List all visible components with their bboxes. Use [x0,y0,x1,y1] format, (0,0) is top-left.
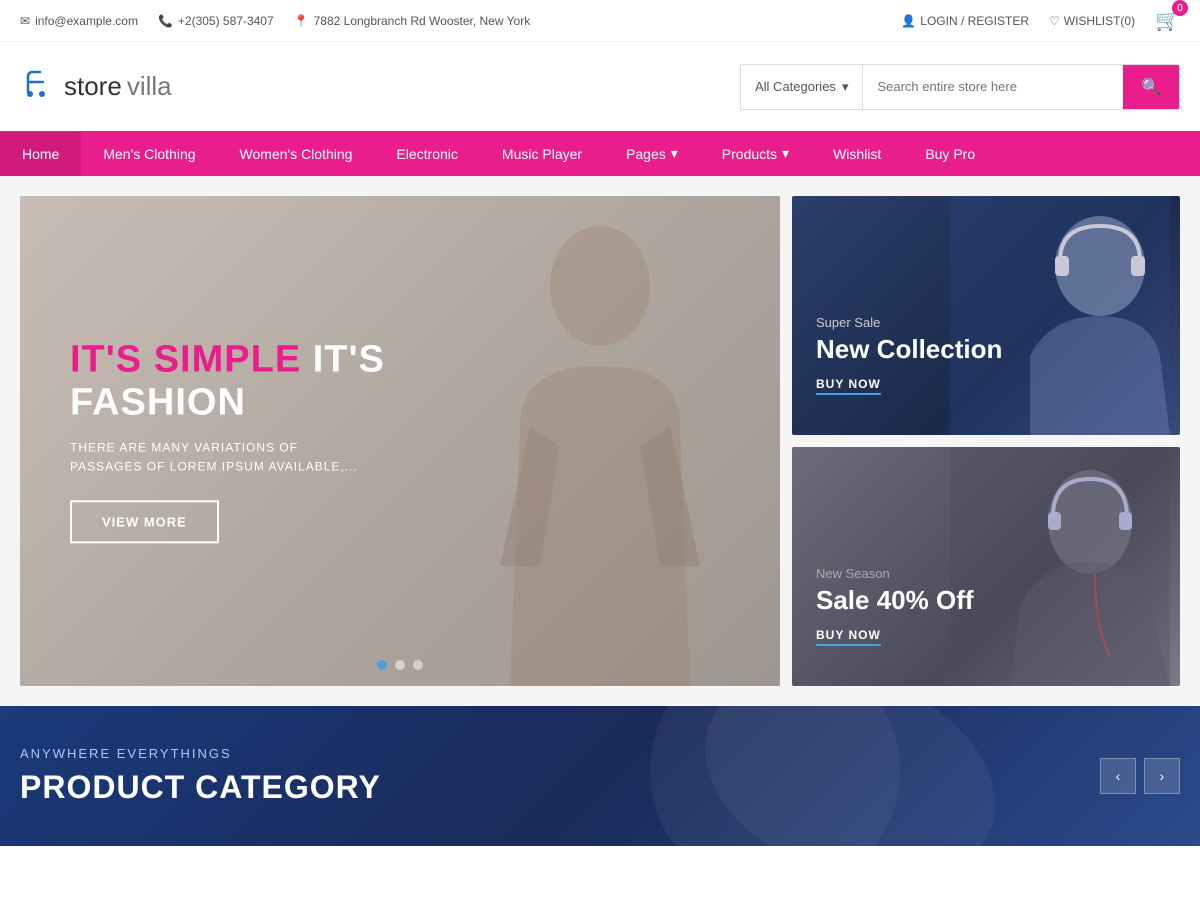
nav-item-mens-clothing[interactable]: Men's Clothing [81,132,217,176]
hero-text-content: IT'S SIMPLE IT'S FASHION THERE ARE MANY … [70,338,385,543]
slider-dots [377,660,423,670]
banner2-title: Sale 40% Off [816,585,974,616]
banner2-person-svg [950,447,1170,686]
search-input[interactable] [863,65,1123,109]
hero-slider: IT'S SIMPLE IT'S FASHION THERE ARE MANY … [20,196,780,686]
chevron-down-icon: ▾ [842,79,849,95]
nav-item-womens-clothing[interactable]: Women's Clothing [218,132,375,176]
search-category-dropdown[interactable]: All Categories ▾ [741,65,863,109]
product-category-section: ANYWHERE EVERYTHINGS PRODUCT CATEGORY ‹ … [0,706,1200,846]
banner2-content: New Season Sale 40% Off BUY NOW [816,566,974,646]
logo-store-text: store [64,71,122,102]
nav-item-electronic[interactable]: Electronic [374,132,479,176]
banner-sale[interactable]: New Season Sale 40% Off BUY NOW [792,447,1180,686]
phone-icon: 📞 [158,14,173,28]
slider-dot-2[interactable] [395,660,405,670]
hero-title-white: FASHION [70,381,385,424]
nav-item-pages[interactable]: Pages ▾ [604,131,700,176]
product-category-title: PRODUCT CATEGORY [20,769,381,806]
header: store villa All Categories ▾ 🔍 [0,42,1200,131]
banner1-content: Super Sale New Collection BUY NOW [816,315,1002,395]
product-category-prev-button[interactable]: ‹ [1100,758,1136,794]
main-nav: Home Men's Clothing Women's Clothing Ele… [0,131,1200,176]
logo-villa-text: villa [127,71,172,102]
hero-subtitle: THERE ARE MANY VARIATIONS OF PASSAGES OF… [70,438,370,476]
product-category-subtitle: ANYWHERE EVERYTHINGS [20,746,381,761]
slider-dot-3[interactable] [413,660,423,670]
side-banners: Super Sale New Collection BUY NOW New Se… [792,196,1180,686]
nav-item-products[interactable]: Products ▾ [700,131,811,176]
product-category-next-button[interactable]: › [1144,758,1180,794]
nav-item-wishlist[interactable]: Wishlist [811,132,903,176]
top-bar-contact: ✉ info@example.com 📞 +2(305) 587-3407 📍 … [20,14,530,28]
heart-icon: ♡ [1049,14,1060,28]
product-category-text: ANYWHERE EVERYTHINGS PRODUCT CATEGORY [20,746,381,806]
nav-item-music-player[interactable]: Music Player [480,132,604,176]
product-category-nav: ‹ › [1100,758,1180,794]
hero-cta-button[interactable]: VIEW MORE [70,501,219,544]
banner1-title: New Collection [816,334,1002,365]
logo-icon [20,62,60,111]
chevron-down-icon: ▾ [671,145,678,162]
phone-info: 📞 +2(305) 587-3407 [158,14,274,28]
user-icon: 👤 [901,14,916,28]
logo-svg [20,62,60,102]
hero-background: IT'S SIMPLE IT'S FASHION THERE ARE MANY … [20,196,780,686]
chevron-down-icon: ▾ [782,145,789,162]
banner-new-collection[interactable]: Super Sale New Collection BUY NOW [792,196,1180,435]
slider-dot-1[interactable] [377,660,387,670]
top-bar-actions: 👤 LOGIN / REGISTER ♡ WISHLIST(0) 🛒 0 [901,8,1180,33]
wishlist-link[interactable]: ♡ WISHLIST(0) [1049,14,1135,28]
email-info: ✉ info@example.com [20,14,138,28]
banner2-buy-now[interactable]: BUY NOW [816,628,881,646]
search-icon: 🔍 [1141,79,1161,96]
top-bar: ✉ info@example.com 📞 +2(305) 587-3407 📍 … [0,0,1200,42]
email-icon: ✉ [20,14,30,28]
nav-item-home[interactable]: Home [0,132,81,176]
hero-title-pink: IT'S SIMPLE IT'S [70,338,385,381]
login-register-link[interactable]: 👤 LOGIN / REGISTER [901,14,1029,28]
nav-item-buy-pro[interactable]: Buy Pro [903,132,997,176]
hero-person-svg [460,226,740,686]
cart-button[interactable]: 🛒 0 [1155,8,1180,33]
cart-badge: 0 [1172,0,1188,16]
search-bar: All Categories ▾ 🔍 [740,64,1180,110]
banner2-super-label: New Season [816,566,974,581]
banner1-buy-now[interactable]: BUY NOW [816,377,881,395]
banner1-super-label: Super Sale [816,315,1002,330]
logo[interactable]: store villa [20,62,172,111]
address-info: 📍 7882 Longbranch Rd Wooster, New York [294,14,531,28]
search-button[interactable]: 🔍 [1123,65,1179,109]
main-content: IT'S SIMPLE IT'S FASHION THERE ARE MANY … [0,176,1200,706]
location-icon: 📍 [294,14,309,28]
